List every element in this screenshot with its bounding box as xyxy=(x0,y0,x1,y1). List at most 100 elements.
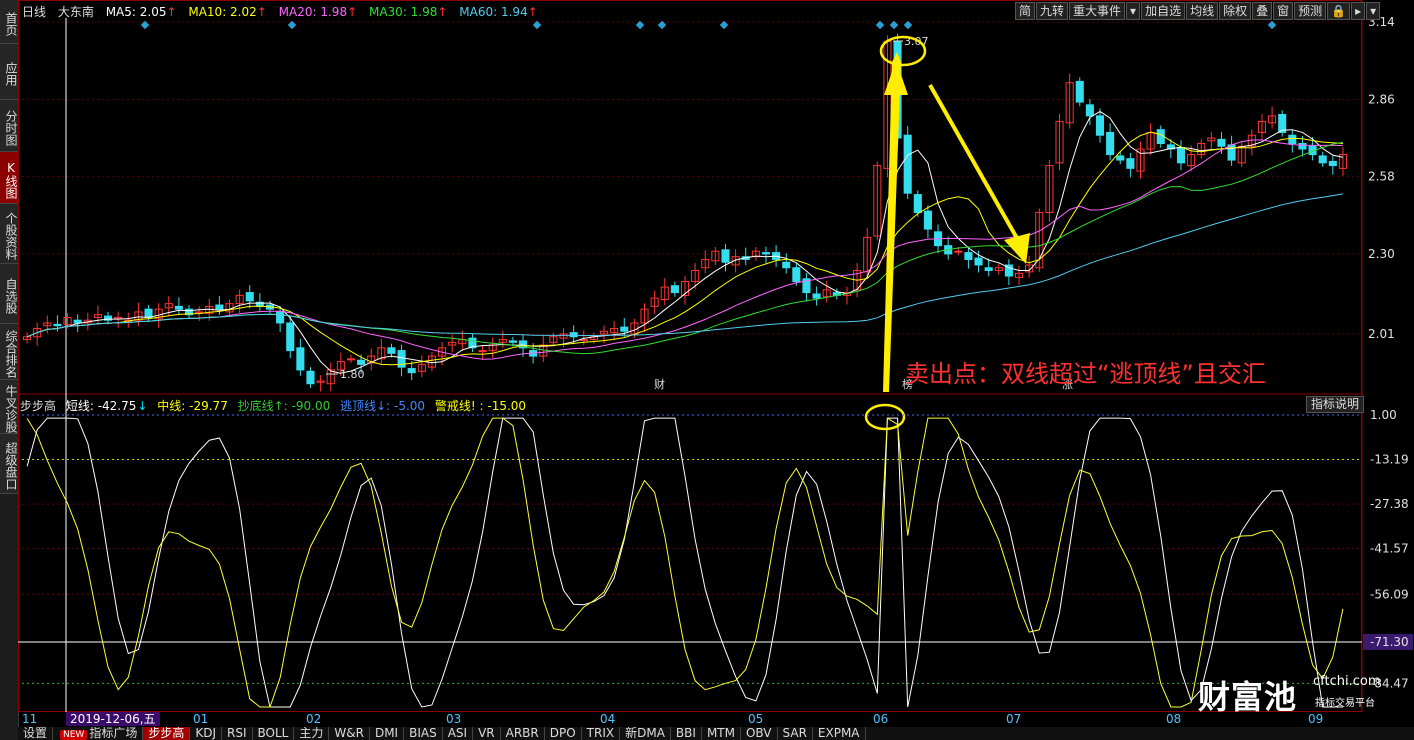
candle-body xyxy=(1085,104,1094,117)
indicator-tab-3[interactable]: KDJ xyxy=(190,727,223,740)
candle-body xyxy=(144,308,153,318)
indicator-axis-label: -13.19 xyxy=(1370,453,1409,467)
indicator-tab-8[interactable]: DMI xyxy=(370,727,405,740)
ma60-line xyxy=(26,193,1343,338)
indicator-tab-2[interactable]: 步步高 xyxy=(143,727,191,740)
month-label-8: 08 xyxy=(1166,712,1182,726)
period-label: 日线 xyxy=(22,5,47,19)
indicator-tabs: 设置 NEW 指标广场 步步高 KDJ RSI BOLL 主力 W&R DMI BIAS ASI VR A… xyxy=(18,727,1414,740)
stock-name: 大东南 xyxy=(57,5,94,19)
indicator-tab-9[interactable]: BIAS xyxy=(404,727,443,740)
toolbar-button-4[interactable]: 加自选 xyxy=(1141,2,1186,20)
date-axis: 11 01 02 03 04 05 06 07 08 09 xyxy=(18,712,1362,726)
ma60-up-icon: ↑ xyxy=(527,5,538,19)
candle-body xyxy=(286,322,295,352)
indicator-tab-17[interactable]: MTM xyxy=(702,727,741,740)
candle-body xyxy=(721,249,730,263)
candle-body xyxy=(508,340,517,343)
indicator-tab-5[interactable]: BOLL xyxy=(253,727,295,740)
indicator-axis-label: -71.30 xyxy=(1370,635,1409,649)
low-price-label: 1.80 xyxy=(340,368,365,381)
candle-body xyxy=(964,252,973,260)
indicator-tab-7[interactable]: W&R xyxy=(329,727,370,740)
month-label-2: 02 xyxy=(306,712,322,726)
indicator-tab-11[interactable]: VR xyxy=(473,727,501,740)
short-line-value: 短线: -42.75 xyxy=(65,399,137,413)
indicator-tab-15[interactable]: 新DMA xyxy=(620,727,671,740)
candle-body xyxy=(1328,160,1337,167)
price-axis-label: 2.86 xyxy=(1368,92,1395,106)
candle-body xyxy=(670,285,679,294)
indicator-axis-label: -56.09 xyxy=(1370,587,1409,601)
short-down-icon: ↓ xyxy=(137,399,148,413)
toolbar-button-2[interactable]: 重大事件 xyxy=(1069,2,1126,20)
indicator-help-button[interactable]: 指标说明 xyxy=(1306,396,1365,413)
event-marker xyxy=(903,20,913,30)
candle-body xyxy=(306,370,315,385)
indicator-tab-13[interactable]: DPO xyxy=(545,727,582,740)
indicator-tab-label: EXPMA xyxy=(817,727,860,740)
indicator-tab-label: 设置 xyxy=(23,727,48,740)
current-date-label: 2019-12-06,五 xyxy=(66,712,160,726)
month-label-6: 06 xyxy=(873,712,889,726)
ma10-up-icon: ↑ xyxy=(256,5,267,19)
toolbar-button-8[interactable]: 窗 xyxy=(1273,2,1294,20)
indicator-tab-6[interactable]: 主力 xyxy=(294,727,330,740)
indicator-tab-12[interactable]: ARBR xyxy=(501,727,545,740)
month-label-0: 11 xyxy=(22,712,38,726)
indicator-legend: 步步高 短线: -42.75↓ 中线: -29.77 抄底线↑: -90.00 … xyxy=(20,397,532,413)
event-marker xyxy=(1267,20,1277,30)
toolbar-button-9[interactable]: 预测 xyxy=(1294,2,1327,20)
indicator-tab-label: BBI xyxy=(675,727,696,740)
up-arrow xyxy=(883,52,901,392)
candle-body xyxy=(1126,158,1135,169)
indicator-tab-label: BOLL xyxy=(257,727,289,740)
indicator-tab-18[interactable]: OBV xyxy=(741,727,778,740)
watermark-logo: 财富池 xyxy=(1198,678,1298,716)
ma5-line xyxy=(26,110,1344,374)
candle-body xyxy=(984,267,993,272)
ma10-line xyxy=(26,131,1343,366)
indicator-tab-0[interactable]: 设置 xyxy=(18,727,54,740)
indicator-tab-label: 主力 xyxy=(299,727,324,740)
month-label-9: 09 xyxy=(1308,712,1324,726)
event-marker xyxy=(889,20,899,30)
watermark: 财富池 cftchi.com 指标交易平台 xyxy=(1198,672,1381,718)
indicator-tab-14[interactable]: TRIX xyxy=(582,727,621,740)
toolbar: 简九转 重大事件 ▾ 加自选 均线 除权叠窗预测 🔒 ▸ ▾ xyxy=(1014,2,1381,20)
indicator-tab-16[interactable]: BBI xyxy=(671,727,702,740)
indicator-tab-19[interactable]: SAR xyxy=(778,727,813,740)
indicator-tab-4[interactable]: RSI xyxy=(222,727,253,740)
candle-body xyxy=(1106,131,1115,156)
candle-body xyxy=(903,134,912,194)
toolbar-button-1[interactable]: 九转 xyxy=(1036,2,1069,20)
indicator-tab-10[interactable]: ASI xyxy=(443,727,474,740)
candle-body xyxy=(1176,147,1186,164)
candle-body xyxy=(569,332,578,338)
toolbar-button-0[interactable]: 简 xyxy=(1015,2,1036,20)
toolbar-button-11[interactable]: ▸ xyxy=(1351,2,1366,20)
bottom-line-value: 抄底线↑: -90.00 xyxy=(237,399,331,413)
candle-body xyxy=(974,257,983,266)
indicator-tab-1[interactable]: NEW 指标广场 xyxy=(53,727,144,740)
candle-body xyxy=(276,311,285,324)
toolbar-button-5[interactable]: 均线 xyxy=(1186,2,1219,20)
ma20-value: MA20: 1.98 xyxy=(278,5,348,19)
candle-body xyxy=(1075,80,1084,103)
indicator-tab-20[interactable]: EXPMA xyxy=(813,727,866,740)
toolbar-button-12[interactable]: ▾ xyxy=(1366,2,1381,20)
short-line xyxy=(26,417,1343,708)
toolbar-button-6[interactable]: 除权 xyxy=(1219,2,1252,20)
toolbar-button-3[interactable]: ▾ xyxy=(1126,2,1141,20)
candle-body xyxy=(407,368,416,374)
event-marker xyxy=(657,20,667,30)
indicator-tab-label: W&R xyxy=(334,727,364,740)
toolbar-button-7[interactable]: 叠 xyxy=(1252,2,1273,20)
indicator-axis-label: 1.00 xyxy=(1370,408,1397,422)
toolbar-button-10[interactable]: 🔒 xyxy=(1327,2,1351,20)
ma30-line xyxy=(26,141,1343,355)
indicator-tab-label: SAR xyxy=(782,727,807,740)
candle-body xyxy=(1298,142,1307,150)
indicator-tab-label: VR xyxy=(478,727,495,740)
event-marker xyxy=(532,20,542,30)
